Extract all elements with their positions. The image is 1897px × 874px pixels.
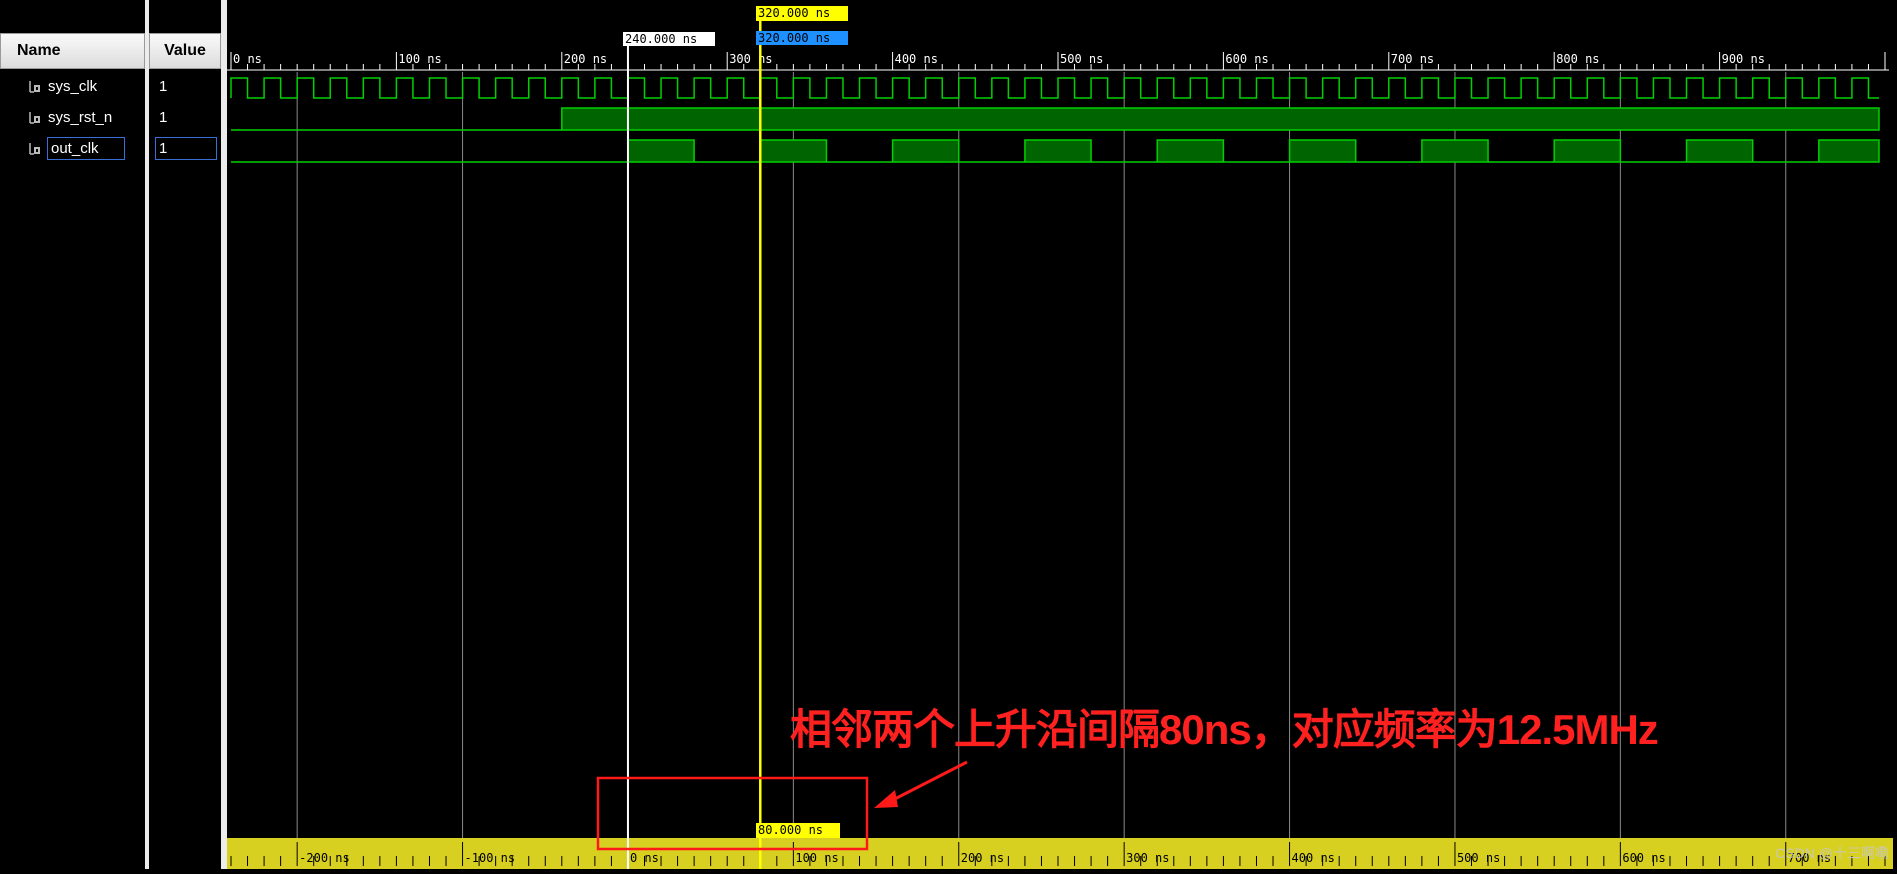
annotation-overlay	[596, 760, 968, 851]
signal-bit-icon	[28, 142, 42, 156]
value-pane: Value 1 1 1	[149, 0, 221, 869]
value-column-header[interactable]: Value	[149, 33, 221, 69]
annotation-highlight-box	[596, 776, 869, 851]
value-header-label: Value	[164, 42, 206, 59]
signal-value: 1	[159, 78, 168, 95]
signal-value-row: 1	[149, 133, 221, 164]
signal-name-label: out_clk	[47, 137, 125, 160]
signal-value-list: 1 1 1	[149, 71, 221, 164]
signal-name-row[interactable]: sys_rst_n	[0, 102, 145, 133]
signal-name-list: sys_clk sys_rst_n out_clk	[0, 71, 145, 164]
signal-bit-icon	[28, 80, 42, 94]
signal-value: 1	[155, 137, 217, 160]
signal-value-row: 1	[149, 102, 221, 133]
name-pane: Name sys_clk sys_rst_n out_clk	[0, 0, 145, 869]
name-column-header[interactable]: Name	[0, 33, 145, 69]
name-header-label: Name	[17, 42, 61, 59]
waveform-viewer[interactable]: 0 ns 100 ns 200 ns 300 ns 400 ns 500 ns 600 ns…	[227, 0, 1897, 869]
signal-name-row[interactable]: out_clk	[0, 133, 145, 164]
signal-value-row: 1	[149, 71, 221, 102]
annotation-arrow-head	[874, 790, 898, 808]
signal-name-label: sys_clk	[48, 78, 98, 95]
signal-value: 1	[159, 109, 168, 126]
watermark-text: CSDN @十三啊嘞	[1775, 845, 1889, 861]
signal-bit-icon	[28, 111, 42, 125]
annotation-arrow-line	[886, 760, 968, 805]
signal-name-row[interactable]: sys_clk	[0, 71, 145, 102]
signal-name-label: sys_rst_n	[48, 109, 113, 126]
